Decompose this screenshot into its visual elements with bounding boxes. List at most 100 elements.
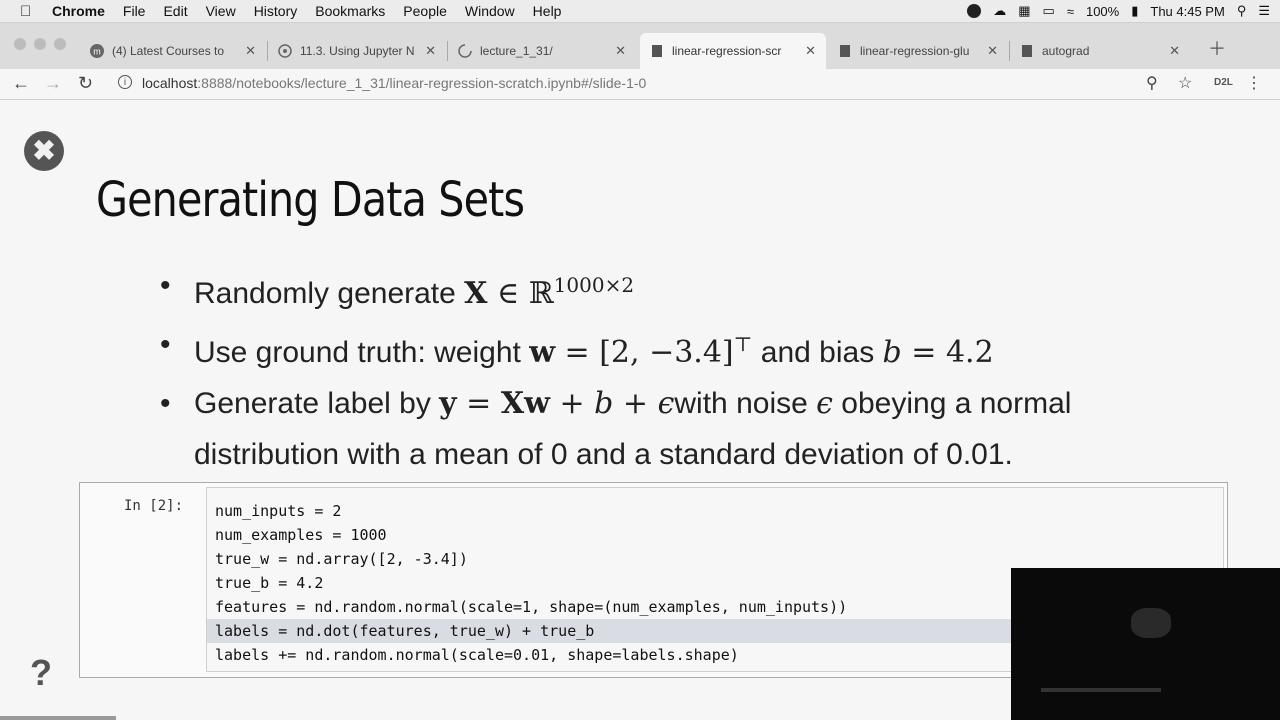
slide-title: Generating Data Sets bbox=[96, 172, 525, 228]
close-tab-icon[interactable]: ✕ bbox=[987, 43, 998, 59]
math-transpose: ⊤ bbox=[733, 332, 753, 356]
menu-app-name[interactable]: Chrome bbox=[52, 3, 105, 19]
chrome-menu-icon[interactable]: ⋮ bbox=[1246, 73, 1262, 93]
menu-edit[interactable]: Edit bbox=[163, 3, 187, 19]
reload-button[interactable]: ↻ bbox=[78, 73, 93, 94]
tab-linear-regression-gluon[interactable]: linear-regression-glu ✕ bbox=[828, 33, 1008, 69]
loading-icon bbox=[458, 44, 472, 58]
mac-menubar:  Chrome File Edit View History Bookmark… bbox=[0, 0, 1280, 23]
svg-text:m: m bbox=[93, 47, 101, 57]
back-button[interactable]: ← bbox=[12, 73, 30, 94]
zoom-window-button[interactable] bbox=[54, 38, 66, 50]
math-bias-value: = 4.2 bbox=[901, 335, 994, 370]
math-b: b bbox=[594, 386, 614, 421]
bullet-random-generate: Randomly generate X ∈ ℝ1000×2 bbox=[160, 260, 1160, 319]
close-tab-icon[interactable]: ✕ bbox=[1169, 43, 1180, 59]
status-area: ☁ ▦ ▭ ≈ 100% ▮ Thu 4:45 PM ⚲ ☰ bbox=[955, 0, 1270, 22]
math-in-R: ∈ ℝ bbox=[487, 276, 554, 311]
globe-icon bbox=[278, 44, 292, 58]
tab-lecture-folder[interactable]: lecture_1_31/ ✕ bbox=[448, 33, 636, 69]
site-info-icon[interactable]: i bbox=[118, 75, 132, 89]
menu-view[interactable]: View bbox=[206, 3, 236, 19]
window-controls bbox=[14, 38, 74, 50]
close-window-button[interactable] bbox=[14, 38, 26, 50]
tab-label: autograd bbox=[1042, 44, 1090, 58]
menu-help[interactable]: Help bbox=[533, 3, 562, 19]
math-y: y bbox=[439, 386, 457, 421]
code-line[interactable]: num_inputs = 2 bbox=[207, 499, 1223, 523]
zoom-icon[interactable]: ⚲ bbox=[1146, 73, 1158, 93]
bullet-text: with noise bbox=[674, 387, 817, 420]
bullet-text: Randomly generate bbox=[194, 277, 465, 310]
math-b: b bbox=[882, 335, 902, 370]
tab-label: (4) Latest Courses to bbox=[112, 44, 225, 58]
new-tab-button[interactable]: ＋ bbox=[1208, 35, 1226, 61]
math-X: X bbox=[464, 276, 488, 311]
bullet-text: and bias bbox=[752, 336, 883, 369]
menu-list-icon[interactable]: ☰ bbox=[1258, 3, 1270, 19]
menu-history[interactable]: History bbox=[254, 3, 298, 19]
webcam-shape bbox=[1041, 688, 1161, 692]
airplay-icon[interactable]: ▭ bbox=[1043, 3, 1055, 19]
webcam-overlay bbox=[1011, 568, 1280, 720]
math-plus: + bbox=[549, 386, 595, 421]
doc-icon bbox=[1020, 44, 1034, 58]
menu-bookmarks[interactable]: Bookmarks bbox=[315, 3, 385, 19]
apple-icon[interactable]:  bbox=[20, 3, 38, 20]
cell-prompt: In [2]: bbox=[124, 498, 184, 514]
doc-icon bbox=[838, 44, 852, 58]
m-icon: m bbox=[90, 44, 104, 58]
math-weight-value: = [2, −3.4] bbox=[555, 335, 734, 370]
tab-linear-regression-scratch[interactable]: linear-regression-scr ✕ bbox=[640, 33, 826, 69]
menu-people[interactable]: People bbox=[403, 3, 447, 19]
tab-label: 11.3. Using Jupyter N bbox=[300, 44, 415, 58]
search-icon[interactable]: ⚲ bbox=[1237, 3, 1247, 19]
tab-autograd[interactable]: autograd ✕ bbox=[1010, 33, 1190, 69]
forward-button[interactable]: → bbox=[44, 73, 62, 94]
clock[interactable]: Thu 4:45 PM bbox=[1150, 4, 1224, 19]
close-slideshow-icon[interactable]: ✖ bbox=[24, 131, 64, 171]
math-epsilon: ϵ bbox=[657, 386, 675, 421]
close-tab-icon[interactable]: ✕ bbox=[425, 43, 436, 59]
menu-window[interactable]: Window bbox=[465, 3, 515, 19]
cloud-icon[interactable]: ☁ bbox=[993, 3, 1006, 19]
wifi-icon[interactable]: ≈ bbox=[1067, 4, 1074, 19]
doc-icon bbox=[650, 44, 664, 58]
close-tab-icon[interactable]: ✕ bbox=[615, 43, 626, 59]
bullet-text: Use ground truth: weight bbox=[194, 336, 530, 369]
address-bar[interactable]: localhost:8888/notebooks/lecture_1_31/li… bbox=[142, 75, 646, 91]
tab-latest-courses[interactable]: m (4) Latest Courses to ✕ bbox=[80, 33, 266, 69]
bullet-ground-truth: Use ground truth: weight w = [2, −3.4]⊤ … bbox=[160, 319, 1160, 378]
help-icon[interactable]: ? bbox=[30, 652, 52, 694]
code-line[interactable]: num_examples = 1000 bbox=[207, 523, 1223, 547]
tab-label: linear-regression-scr bbox=[672, 44, 782, 58]
math-dims: 1000×2 bbox=[553, 273, 635, 297]
math-plus: + bbox=[613, 386, 658, 421]
browser-toolbar: ← → ↻ i localhost:8888/notebooks/lecture… bbox=[0, 69, 1280, 100]
minimize-window-button[interactable] bbox=[34, 38, 46, 50]
tab-strip: m (4) Latest Courses to ✕ 11.3. Using Ju… bbox=[0, 23, 1280, 69]
menu-file[interactable]: File bbox=[123, 3, 146, 19]
camera-icon[interactable] bbox=[967, 4, 982, 18]
url-host: localhost bbox=[142, 75, 198, 91]
bullet-generate-label: Generate label by y = Xw + b + ϵwith noi… bbox=[160, 378, 1160, 480]
math-Xw: Xw bbox=[500, 386, 550, 421]
tab-label: linear-regression-glu bbox=[860, 44, 970, 58]
close-tab-icon[interactable]: ✕ bbox=[805, 43, 816, 59]
bullet-text: Generate label by bbox=[194, 387, 440, 420]
tab-label: lecture_1_31/ bbox=[480, 44, 553, 58]
battery-icon[interactable]: ▮ bbox=[1131, 3, 1138, 19]
tab-using-jupyter[interactable]: 11.3. Using Jupyter N ✕ bbox=[268, 33, 446, 69]
battery-percent: 100% bbox=[1085, 3, 1120, 19]
horizontal-scrollbar[interactable] bbox=[0, 716, 116, 720]
url-path: :8888/notebooks/lecture_1_31/linear-regr… bbox=[197, 75, 647, 91]
math-w: w bbox=[529, 335, 556, 370]
math-equals: = bbox=[456, 386, 501, 421]
webcam-shape bbox=[1131, 608, 1171, 638]
math-epsilon: ϵ bbox=[816, 386, 833, 421]
close-tab-icon[interactable]: ✕ bbox=[245, 43, 256, 59]
bookmark-star-icon[interactable]: ☆ bbox=[1178, 73, 1192, 93]
grid-icon[interactable]: ▦ bbox=[1018, 3, 1030, 19]
d2l-extension-icon[interactable]: D2L bbox=[1214, 77, 1233, 88]
bullet-list: Randomly generate X ∈ ℝ1000×2 Use ground… bbox=[160, 260, 1160, 480]
